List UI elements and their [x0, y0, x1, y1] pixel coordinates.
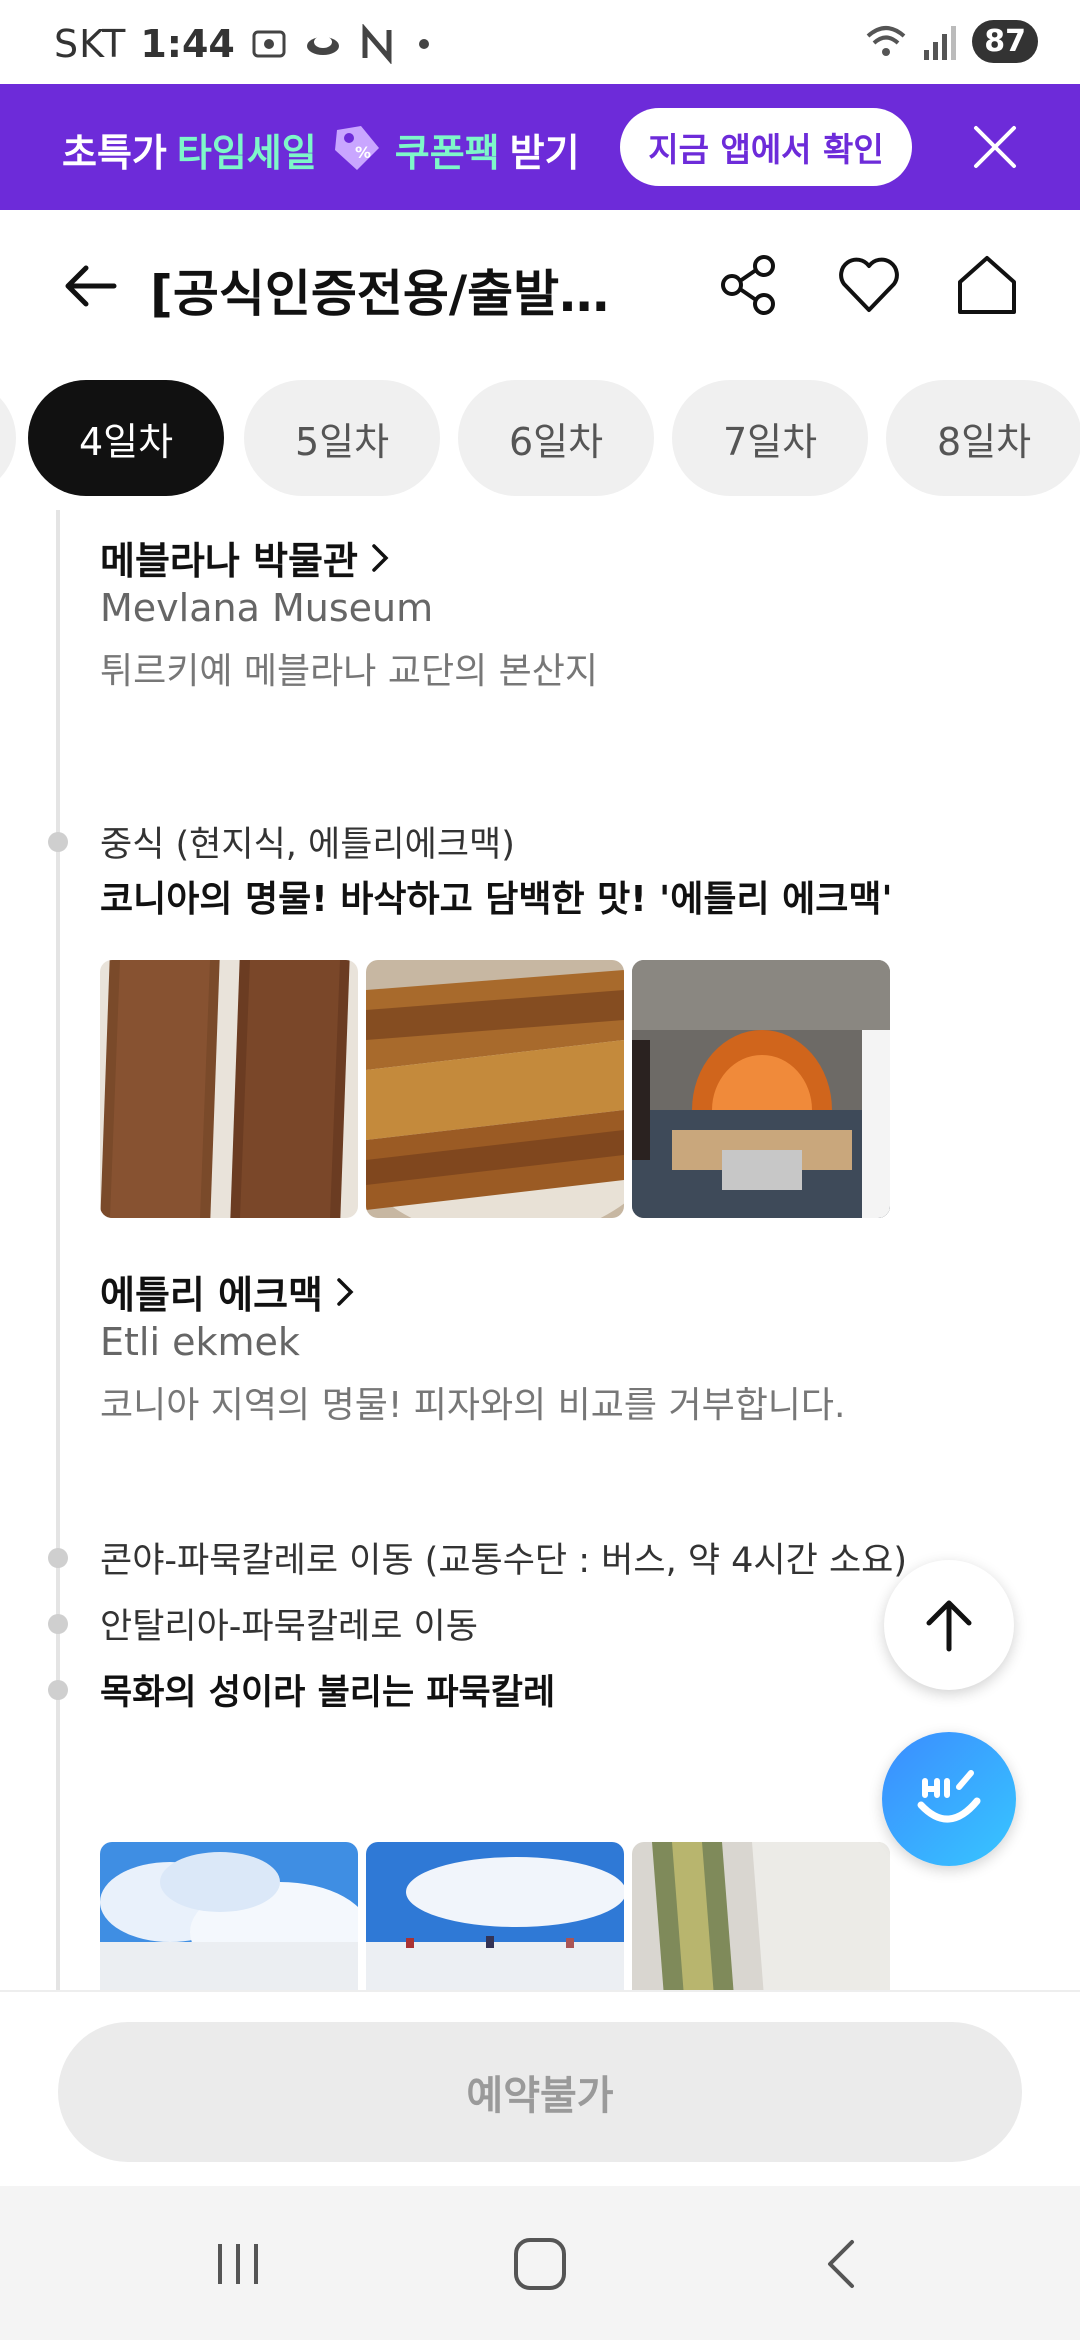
food-photo-2[interactable]	[366, 960, 624, 1218]
cloud-icon	[306, 36, 339, 55]
day-tabs: 4일차 5일차 6일차 7일차 8일차	[0, 380, 1080, 496]
step-pamukkale-title: 목화의 성이라 불리는 파묵칼레	[100, 1673, 556, 1713]
promo-highlight-coupon: 쿠폰팩	[394, 130, 500, 175]
place-name-en: Mevlana Museum	[100, 586, 434, 630]
timeline-dot	[48, 1680, 68, 1700]
place-link-etli-ekmek[interactable]: 에틀리 에크맥	[100, 1264, 357, 1319]
meal-label: 중식 (현지식, 에틀리에크맥)	[100, 825, 515, 865]
promo-suffix: 받기	[509, 130, 580, 175]
travertine-water-image	[632, 1842, 890, 1990]
open-in-app-button[interactable]: 지금 앱에서 확인	[620, 108, 912, 186]
promo-highlight-timesale: 타임세일	[176, 130, 317, 175]
place-name-en: Etli ekmek	[100, 1320, 300, 1364]
tab-day-6[interactable]: 6일차	[458, 380, 654, 496]
tab-day-7[interactable]: 7일차	[672, 380, 868, 496]
step-transfer-antalya: 안탈리아-파묵칼레로 이동	[100, 1607, 478, 1647]
pamukkale-sky-image	[100, 1842, 358, 1990]
share-icon[interactable]	[716, 252, 782, 318]
arrow-up-icon	[926, 1600, 972, 1652]
place-name: 메블라나 박물관	[100, 539, 358, 583]
food-photo-1[interactable]	[100, 960, 358, 1218]
reservation-unavailable-button[interactable]: 예약불가	[58, 2022, 1022, 2162]
food-photo-3[interactable]	[632, 960, 890, 1218]
tab-day-4[interactable]: 4일차	[28, 380, 224, 496]
flatbread-plate-image	[366, 960, 624, 1218]
n-app-icon	[362, 24, 392, 64]
place-description: 코니아 지역의 명물! 피자와의 비교를 거부합니다.	[100, 1385, 846, 1426]
timeline-line	[56, 510, 60, 1990]
hi-chatbot-button[interactable]	[882, 1732, 1016, 1866]
bakery-oven-image	[632, 960, 890, 1218]
coupon-tag-icon: %	[334, 126, 379, 170]
meal-title: 코니아의 명물! 바삭하고 담백한 맛! '에틀리 에크맥'	[100, 879, 893, 920]
system-navigation-bar	[0, 2186, 1080, 2340]
pamukkale-photo-3[interactable]	[632, 1842, 890, 1990]
tab-day-3[interactable]	[0, 380, 16, 496]
timeline-dot	[48, 832, 68, 852]
recent-apps-icon[interactable]	[208, 2234, 268, 2294]
notification-dot-icon	[418, 39, 429, 49]
chevron-right-icon	[372, 543, 389, 572]
place-description: 튀르키예 메블라나 교단의 본산지	[100, 651, 599, 692]
chevron-right-icon	[337, 1277, 354, 1306]
promo-prefix: 초특가	[62, 130, 167, 175]
screenshot-icon	[252, 30, 286, 58]
back-arrow-icon[interactable]	[60, 256, 120, 316]
svg-text:%: %	[355, 143, 371, 162]
close-icon[interactable]	[970, 122, 1020, 172]
pamukkale-photo-2[interactable]	[366, 1842, 624, 1990]
top-app-bar: [공식인증전용/출발확정] 튀르키예 일주	[0, 210, 1080, 360]
wifi-icon	[866, 25, 906, 56]
status-bar: SKT 1:44 87	[0, 0, 1080, 84]
timeline-dot	[48, 1548, 68, 1568]
flatbread-image	[100, 960, 358, 1218]
home-icon[interactable]	[954, 252, 1020, 318]
back-nav-icon[interactable]	[812, 2234, 872, 2294]
bottom-action-bar: 예약불가	[0, 1990, 1080, 2186]
carrier-label: SKT	[54, 22, 127, 66]
place-name: 에틀리 에크맥	[100, 1273, 323, 1317]
home-button-icon[interactable]	[510, 2234, 570, 2294]
step-transfer-konya: 콘야-파묵칼레로 이동 (교통수단 : 버스, 약 4시간 소요)	[100, 1541, 908, 1581]
heart-icon[interactable]	[836, 252, 902, 318]
promo-text: 초특가 타임세일 % 쿠폰팩 받기	[62, 120, 580, 178]
clock: 1:44	[140, 22, 235, 66]
tab-day-5[interactable]: 5일차	[244, 380, 440, 496]
pamukkale-photo-1[interactable]	[100, 1842, 358, 1990]
pamukkale-terrace-image	[366, 1842, 624, 1990]
signal-icon	[924, 25, 957, 60]
scroll-to-top-button[interactable]	[884, 1560, 1014, 1690]
tab-day-8[interactable]: 8일차	[886, 380, 1080, 496]
battery-indicator: 87	[972, 20, 1038, 63]
hi-waving-hand-icon	[917, 1770, 981, 1823]
place-link-mevlana[interactable]: 메블라나 박물관	[100, 530, 392, 585]
promo-banner[interactable]: 초특가 타임세일 % 쿠폰팩 받기 지금 앱에서 확인	[0, 84, 1080, 210]
timeline-dot	[48, 1614, 68, 1634]
page-title: [공식인증전용/출발확정] 튀르키예 일주	[150, 265, 650, 323]
